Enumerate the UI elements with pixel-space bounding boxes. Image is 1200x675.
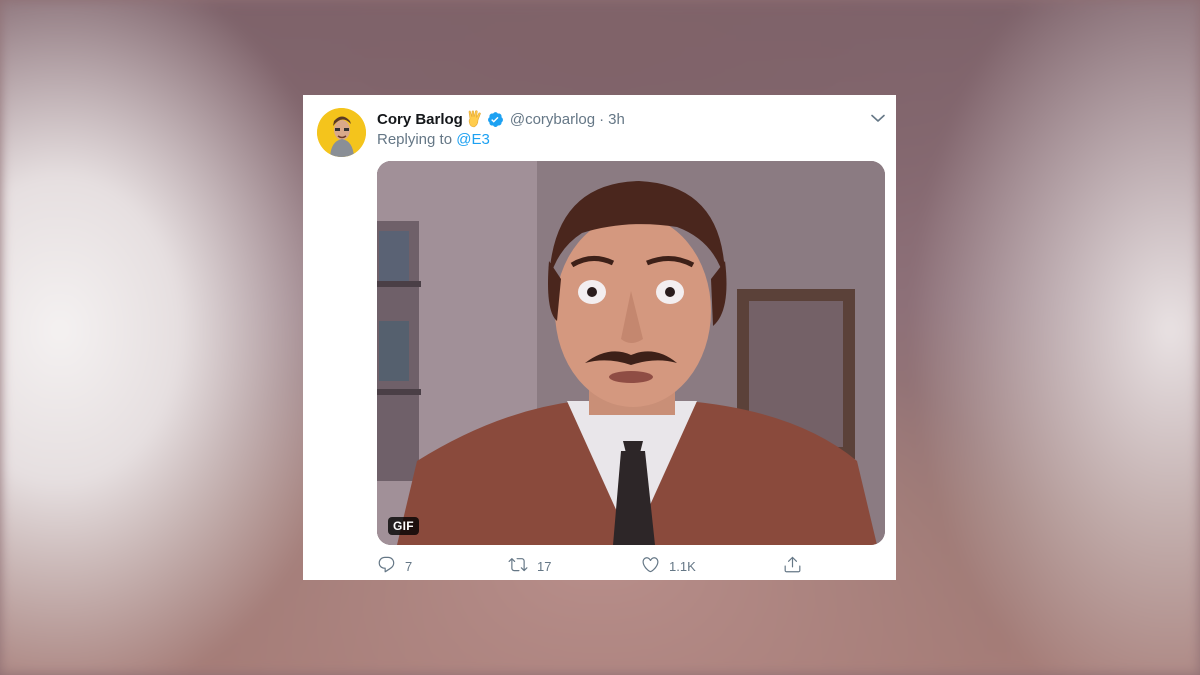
gif-media[interactable]: GIF [377,161,885,545]
verified-badge-icon [487,111,504,128]
tweet-actions: 7 17 1.1K [377,556,807,576]
reply-mention-link[interactable]: @E3 [456,131,490,148]
reply-prefix: Replying to [377,131,453,148]
chevron-down-icon[interactable] [869,109,887,127]
tweet-header: Cory Barlog @corybarlog · 3h [377,109,625,129]
gif-preview-image [377,161,885,545]
tweet-card[interactable]: Cory Barlog @corybarlog · 3h Replying to… [303,95,896,580]
reply-icon [377,555,396,577]
tweet-timestamp[interactable]: 3h [608,111,625,128]
retweet-button[interactable]: 17 [508,556,551,576]
author-handle[interactable]: @corybarlog [510,111,595,128]
retweet-count: 17 [537,558,552,574]
separator-dot: · [599,110,605,128]
share-button[interactable] [783,556,802,576]
gif-badge: GIF [388,517,419,535]
retweet-icon [508,555,528,577]
author-name[interactable]: Cory Barlog [377,111,463,128]
like-count: 1.1K [669,558,696,574]
share-icon [783,555,802,577]
reply-count: 7 [405,558,413,574]
like-button[interactable]: 1.1K [641,556,696,576]
heart-icon [641,555,660,577]
reply-button[interactable]: 7 [377,556,412,576]
reply-context: Replying to @E3 [377,131,490,148]
avatar[interactable] [317,108,366,157]
vulcan-salute-emoji-icon [467,110,483,128]
